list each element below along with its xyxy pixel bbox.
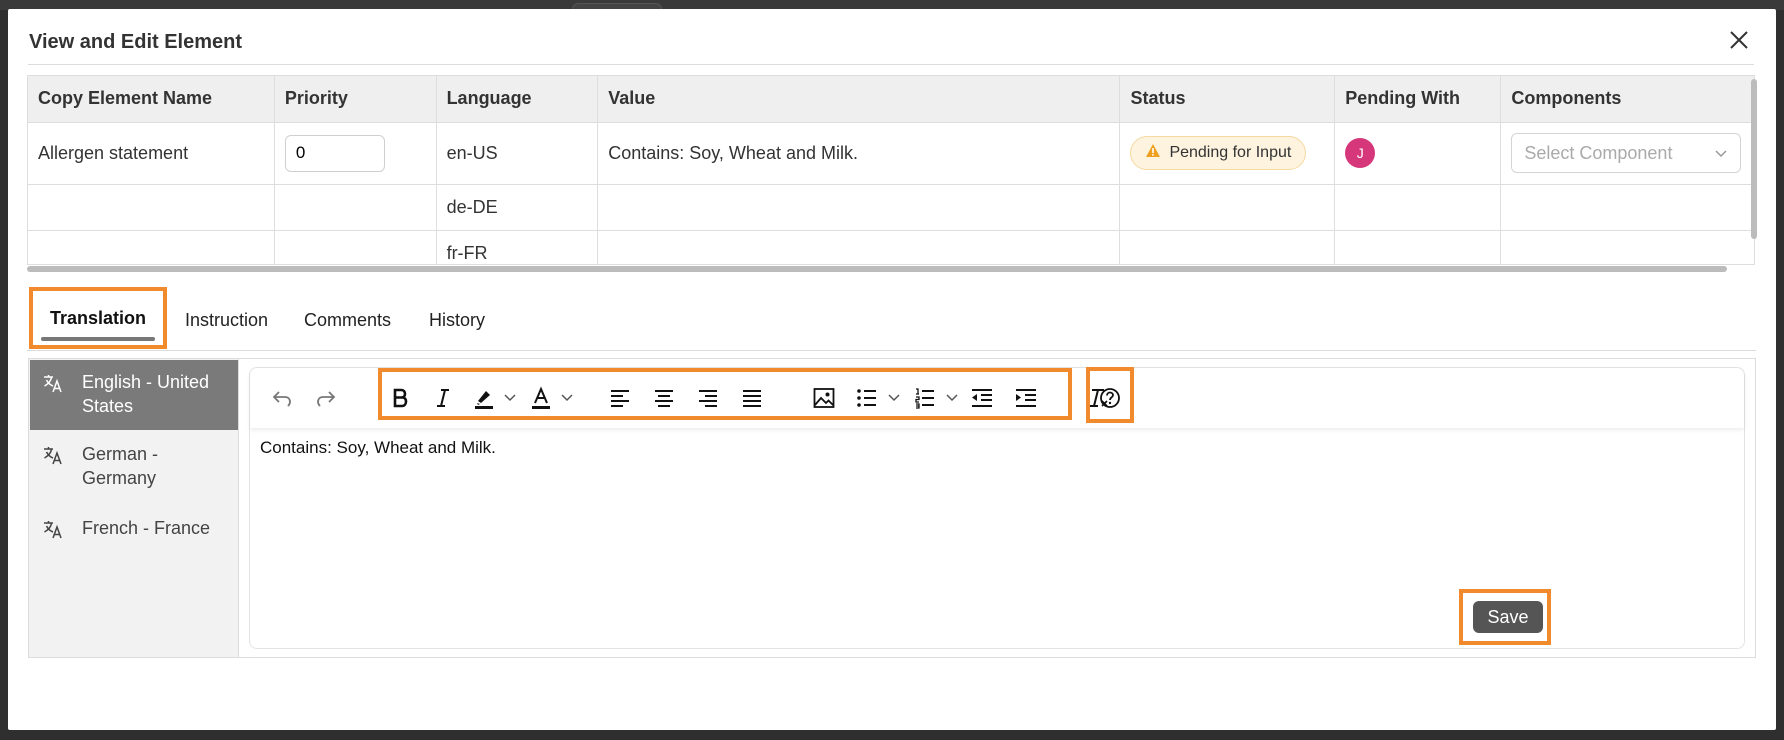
value-cell: Contains: Soy, Wheat and Milk. bbox=[597, 122, 1121, 185]
warning-icon bbox=[1145, 143, 1161, 163]
value-cell bbox=[597, 184, 1121, 231]
column-header: Value bbox=[597, 76, 1121, 123]
language-label: English - United States bbox=[82, 372, 210, 416]
components-cell: Select Component bbox=[1500, 122, 1754, 185]
dialog-title: View and Edit Element bbox=[29, 31, 243, 53]
align-right-icon[interactable] bbox=[692, 382, 724, 414]
translate-icon bbox=[42, 444, 64, 472]
tab-label: History bbox=[429, 309, 486, 330]
bullet-list-chevron-down-icon[interactable] bbox=[886, 390, 902, 406]
status-text: Pending for Input bbox=[1169, 144, 1292, 161]
image-icon[interactable] bbox=[808, 382, 840, 414]
column-header: Language bbox=[436, 76, 599, 123]
components-cell bbox=[1500, 230, 1754, 264]
language-cell: fr-FR bbox=[436, 230, 599, 264]
language-item-fr-fr[interactable]: French - France bbox=[30, 506, 238, 550]
horizontal-scrollbar[interactable] bbox=[27, 266, 1727, 272]
highlight-icon[interactable] bbox=[468, 382, 500, 414]
indent-icon[interactable] bbox=[1010, 382, 1042, 414]
tab-label: Instruction bbox=[185, 309, 269, 330]
save-button[interactable]: Save bbox=[1473, 601, 1543, 633]
translate-icon bbox=[42, 372, 64, 400]
table-row[interactable]: fr-FR bbox=[28, 230, 1754, 264]
save-button-highlight: Save bbox=[1459, 589, 1551, 645]
tab-comments[interactable]: Comments bbox=[304, 291, 391, 349]
status-badge: Pending for Input bbox=[1130, 136, 1307, 170]
table-row[interactable]: de-DE bbox=[28, 184, 1754, 231]
active-tab-indicator bbox=[41, 337, 155, 341]
column-header: Priority bbox=[274, 76, 437, 123]
component-select[interactable]: Select Component bbox=[1511, 133, 1742, 173]
column-header: Components bbox=[1500, 76, 1754, 123]
font-color-icon[interactable] bbox=[525, 382, 557, 414]
priority-input[interactable] bbox=[284, 134, 385, 172]
column-header: Copy Element Name bbox=[28, 76, 275, 123]
status-cell bbox=[1119, 184, 1336, 231]
bullet-list-icon[interactable] bbox=[851, 382, 883, 414]
align-justify-icon[interactable] bbox=[736, 382, 768, 414]
pending-with-cell bbox=[1334, 184, 1502, 231]
pending-with-cell: J bbox=[1334, 122, 1502, 185]
value-cell bbox=[597, 230, 1121, 264]
language-cell: en-US bbox=[436, 122, 599, 185]
bold-icon[interactable] bbox=[384, 382, 416, 414]
priority-cell bbox=[274, 230, 437, 264]
element-name-cell: Allergen statement bbox=[28, 122, 275, 185]
outdent-icon[interactable] bbox=[966, 382, 998, 414]
language-cell: de-DE bbox=[436, 184, 599, 231]
column-header: Pending With bbox=[1334, 76, 1502, 123]
align-left-icon[interactable] bbox=[604, 382, 636, 414]
status-cell bbox=[1119, 230, 1336, 264]
table-header-row: Copy Element Name Priority Language Valu… bbox=[28, 76, 1754, 123]
language-label: German - Germany bbox=[82, 444, 159, 488]
edit-element-dialog: View and Edit Element Copy Element Name … bbox=[8, 9, 1776, 730]
close-icon[interactable] bbox=[1726, 27, 1752, 53]
help-icon[interactable] bbox=[1094, 382, 1126, 414]
font-color-chevron-down-icon[interactable] bbox=[559, 390, 575, 406]
editor-toolbar bbox=[250, 367, 1744, 428]
priority-cell bbox=[274, 122, 437, 185]
language-item-en-us[interactable]: English - United States bbox=[30, 360, 238, 430]
component-select-placeholder: Select Component bbox=[1524, 142, 1673, 163]
chevron-down-icon bbox=[1714, 143, 1728, 164]
language-item-de-de[interactable]: German - Germany bbox=[30, 432, 238, 502]
tab-translation[interactable]: Translation bbox=[29, 287, 167, 349]
priority-cell bbox=[274, 184, 437, 231]
elements-table: Copy Element Name Priority Language Valu… bbox=[27, 75, 1755, 265]
highlight-chevron-down-icon[interactable] bbox=[502, 390, 518, 406]
tab-history[interactable]: History bbox=[429, 291, 485, 349]
tab-instruction[interactable]: Instruction bbox=[185, 291, 268, 349]
tab-label: Comments bbox=[304, 309, 392, 330]
numbered-list-icon[interactable] bbox=[909, 382, 941, 414]
table-row[interactable]: Allergen statement en-US Contains: Soy, … bbox=[28, 122, 1754, 185]
align-center-icon[interactable] bbox=[648, 382, 680, 414]
avatar[interactable]: J bbox=[1345, 138, 1376, 168]
status-cell: Pending for Input bbox=[1119, 122, 1336, 185]
italic-icon[interactable] bbox=[427, 382, 459, 414]
element-name-cell bbox=[28, 230, 275, 264]
pending-with-cell bbox=[1334, 230, 1502, 264]
components-cell bbox=[1500, 184, 1754, 231]
undo-icon[interactable] bbox=[266, 382, 298, 414]
tab-label: Translation bbox=[49, 307, 147, 328]
vertical-scrollbar[interactable] bbox=[1751, 79, 1757, 239]
language-label: French - France bbox=[82, 518, 211, 538]
numbered-list-chevron-down-icon[interactable] bbox=[944, 390, 960, 406]
language-list: English - United States German - Germany… bbox=[29, 359, 239, 657]
element-name-cell bbox=[28, 184, 275, 231]
redo-icon[interactable] bbox=[310, 382, 342, 414]
dialog-header: View and Edit Element bbox=[28, 9, 1754, 65]
column-header: Status bbox=[1119, 76, 1336, 123]
tab-bar: Translation Instruction Comments History bbox=[27, 287, 1756, 351]
translate-icon bbox=[42, 518, 64, 546]
